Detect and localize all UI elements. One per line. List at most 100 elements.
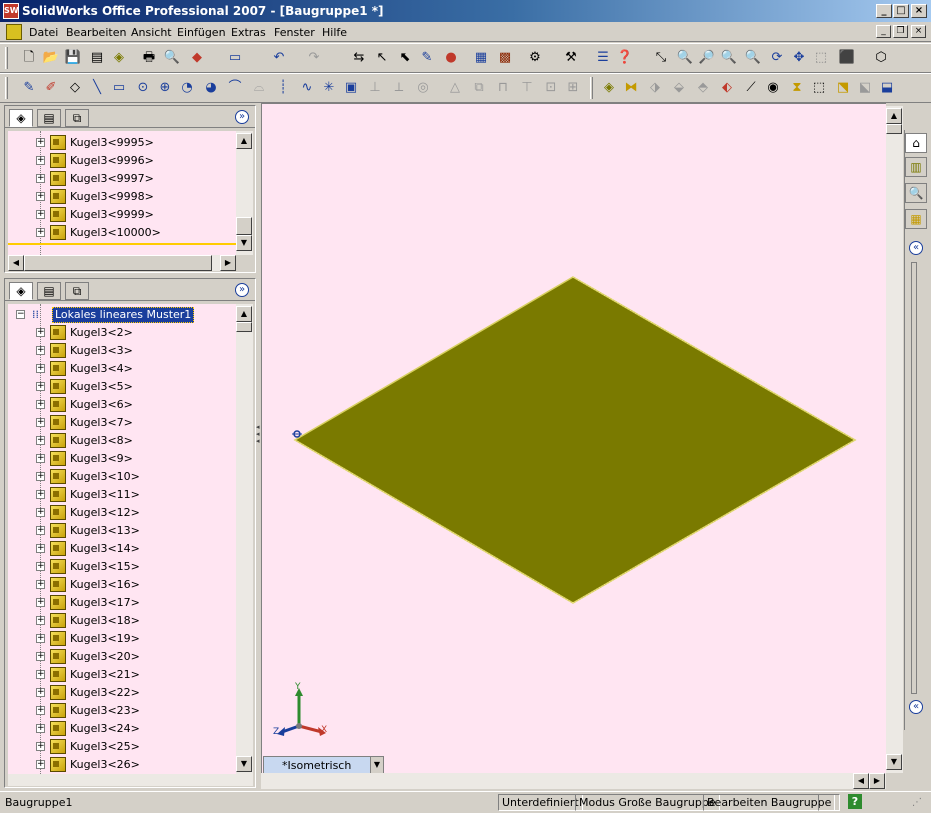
menu-hilfe[interactable]: Hilfe [322, 25, 347, 40]
redo-icon[interactable]: ↷ [305, 49, 323, 67]
menu-einfuegen[interactable]: Einfügen [177, 25, 226, 40]
pattern-plate[interactable] [293, 276, 857, 604]
expand-toggle[interactable]: + [36, 156, 45, 165]
task-pane-collapse-icon[interactable]: « [909, 700, 923, 714]
make-drawing-icon[interactable]: ▤ [88, 49, 106, 67]
view-orientation-icon[interactable]: ⤡ [652, 49, 670, 67]
sketch-edit-icon[interactable]: ✎ [418, 49, 436, 67]
list-item[interactable]: + Kugel3<10000> [8, 224, 236, 242]
expand-toggle[interactable]: + [36, 400, 45, 409]
save-icon[interactable]: 💾 [64, 49, 82, 67]
menu-fenster[interactable]: Fenster [274, 25, 315, 40]
zoom-in-out-icon[interactable]: 🔍 [720, 49, 738, 67]
insert-component-icon[interactable]: ◈ [600, 79, 618, 97]
list-item[interactable]: + Kugel3<5> [8, 378, 236, 396]
make-assembly-icon[interactable]: ◈ [110, 49, 128, 67]
list-item[interactable]: + Kugel3<9> [8, 450, 236, 468]
menu-bearbeiten[interactable]: Bearbeiten [66, 25, 126, 40]
list-item[interactable]: + Kugel3<11> [8, 486, 236, 504]
list-item[interactable]: + Kugel3<13> [8, 522, 236, 540]
menu-extras[interactable]: Extras [231, 25, 266, 40]
expand-toggle[interactable]: + [36, 418, 45, 427]
edit-appearance-icon[interactable]: ◆ [188, 49, 206, 67]
list-item[interactable]: + Kugel3<15> [8, 558, 236, 576]
expand-toggle[interactable]: + [36, 688, 45, 697]
maximize-button[interactable]: □ [893, 4, 909, 18]
viewport-vscrollbar[interactable]: ▲ ▼ [886, 106, 903, 773]
list-item[interactable]: + Kugel3<19> [8, 630, 236, 648]
zoom-selection-icon[interactable]: 🔍 [744, 49, 762, 67]
scroll-down-button[interactable]: ▼ [236, 756, 252, 772]
toolbar-grip[interactable] [590, 77, 593, 99]
spline-icon[interactable]: ∿ [298, 79, 316, 97]
component-pattern-icon[interactable]: ⬗ [646, 79, 664, 97]
expand-toggle[interactable]: + [36, 436, 45, 445]
resize-grip[interactable]: ⋰ [912, 796, 928, 810]
bottom-tree-hscrollbar[interactable] [8, 774, 253, 786]
smart-fasteners-icon[interactable]: ⬙ [670, 79, 688, 97]
list-item[interactable]: + Kugel3<10> [8, 468, 236, 486]
list-item[interactable]: + Kugel3<9996> [8, 152, 236, 170]
mdi-close-button[interactable]: × [911, 25, 926, 38]
scroll-up-button[interactable]: ▲ [236, 133, 252, 149]
trim-entities-icon[interactable]: ⟂ [390, 79, 408, 97]
smart-select-icon[interactable]: ⬉ [396, 49, 414, 67]
tree-pattern-header[interactable]: − ⁞⁞ Lokales lineares Muster1 [8, 306, 236, 324]
help-icon[interactable]: ? [848, 794, 862, 809]
list-item[interactable]: + Kugel3<25> [8, 738, 236, 756]
expand-toggle[interactable]: + [36, 724, 45, 733]
pan-icon[interactable]: ✥ [790, 49, 808, 67]
top-tree-vscrollbar[interactable]: ▲ ▼ [236, 131, 253, 255]
smart-dimension-icon[interactable]: ◇ [66, 79, 84, 97]
home-icon[interactable]: ⌂ [905, 133, 927, 153]
configuration-manager-tab[interactable]: ⧉ [65, 282, 89, 300]
expand-toggle[interactable]: + [36, 598, 45, 607]
offset-entities-icon[interactable]: ▣ [342, 79, 360, 97]
tangent-arc-icon[interactable]: ◕ [202, 79, 220, 97]
list-item[interactable]: + Kugel3<20> [8, 648, 236, 666]
assembly-features-icon[interactable]: ⟋ [742, 79, 760, 97]
minimize-button[interactable]: _ [876, 4, 892, 18]
expand-toggle[interactable]: + [36, 364, 45, 373]
task-pane-splitter[interactable] [911, 262, 917, 694]
list-item[interactable]: + Kugel3<12> [8, 504, 236, 522]
print-preview-icon[interactable]: 🔍 [163, 49, 181, 67]
show-hidden-icon[interactable]: ⬖ [718, 79, 736, 97]
display-style-icon[interactable]: ⬡ [872, 49, 890, 67]
list-item[interactable]: + Kugel3<17> [8, 594, 236, 612]
repair-sketch-icon[interactable]: ⊞ [564, 79, 582, 97]
expand-toggle[interactable]: + [36, 544, 45, 553]
menu-ansicht[interactable]: Ansicht [131, 25, 172, 40]
expand-toggle[interactable]: + [36, 328, 45, 337]
design-library-icon[interactable]: ▥ [905, 157, 927, 177]
list-item[interactable]: + Kugel3<26> [8, 756, 236, 774]
centerpoint-arc-icon[interactable]: ◔ [178, 79, 196, 97]
tools-icon[interactable]: ⚒ [562, 49, 580, 67]
expand-toggle[interactable]: + [36, 454, 45, 463]
bottom-tree-vscrollbar[interactable]: ▲ ▼ [236, 304, 253, 774]
file-explorer-icon[interactable]: 🔍 [905, 183, 927, 203]
rotate-entities-icon[interactable]: ⊓ [494, 79, 512, 97]
top-tree-hscrollbar[interactable]: ◀ ▶ [8, 255, 236, 271]
expand-toggle[interactable]: + [36, 192, 45, 201]
new-file-icon[interactable]: 🗋 [20, 49, 38, 67]
list-item[interactable]: + Kugel3<6> [8, 396, 236, 414]
3d-sketch-icon[interactable]: ✐ [42, 79, 60, 97]
expand-toggle[interactable]: + [36, 508, 45, 517]
chevron-down-icon[interactable]: ▼ [370, 757, 383, 773]
undo-icon[interactable]: ↶ [270, 49, 288, 67]
list-item[interactable]: + Kugel3<21> [8, 666, 236, 684]
expand-panel-icon[interactable]: » [235, 110, 249, 124]
mdi-minimize-button[interactable]: _ [876, 25, 891, 38]
expand-toggle[interactable]: + [36, 562, 45, 571]
help-icon[interactable]: ❓ [616, 49, 634, 67]
list-item[interactable]: + Kugel3<3> [8, 342, 236, 360]
expand-toggle[interactable]: + [36, 526, 45, 535]
grid-options-icon[interactable]: ▦ [472, 49, 490, 67]
rebuild-icon[interactable]: ⇆ [350, 49, 368, 67]
point-icon[interactable]: ✳ [320, 79, 338, 97]
list-item[interactable]: + Kugel3<22> [8, 684, 236, 702]
list-item[interactable]: + Kugel3<9999> [8, 206, 236, 224]
convert-entities-icon[interactable]: ◎ [414, 79, 432, 97]
mate-icon[interactable]: ⧓ [622, 79, 640, 97]
